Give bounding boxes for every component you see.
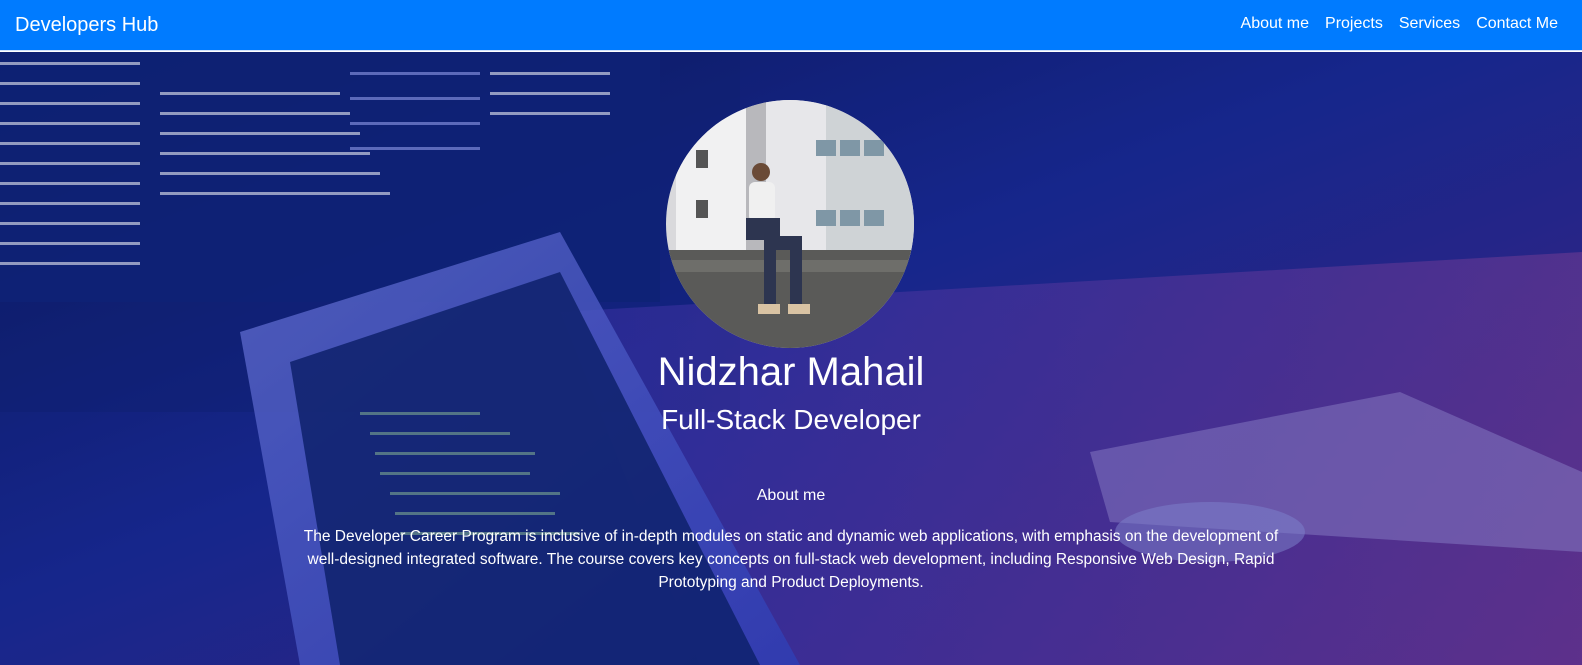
profile-name: Nidzhar Mahail [657,350,925,394]
about-text: The Developer Career Program is inclusiv… [303,528,1279,591]
nav-link-contact-me[interactable]: Contact Me [1476,13,1558,35]
about-heading: About me [756,487,826,504]
nav-link-projects[interactable]: Projects [1325,13,1383,35]
nav-link-services[interactable]: Services [1399,13,1460,35]
top-navbar: Developers Hub About me Projects Service… [0,0,1582,51]
profile-role: Full-Stack Developer [661,404,921,435]
profile-avatar [666,100,914,348]
brand-link[interactable]: Developers Hub [15,13,158,37]
hero-section: Nidzhar Mahail Full-Stack Developer Abou… [0,52,1582,665]
nav-links: About me Projects Services Contact Me [1241,13,1558,35]
profile-photo [666,100,914,348]
nav-link-about-me[interactable]: About me [1241,13,1309,35]
